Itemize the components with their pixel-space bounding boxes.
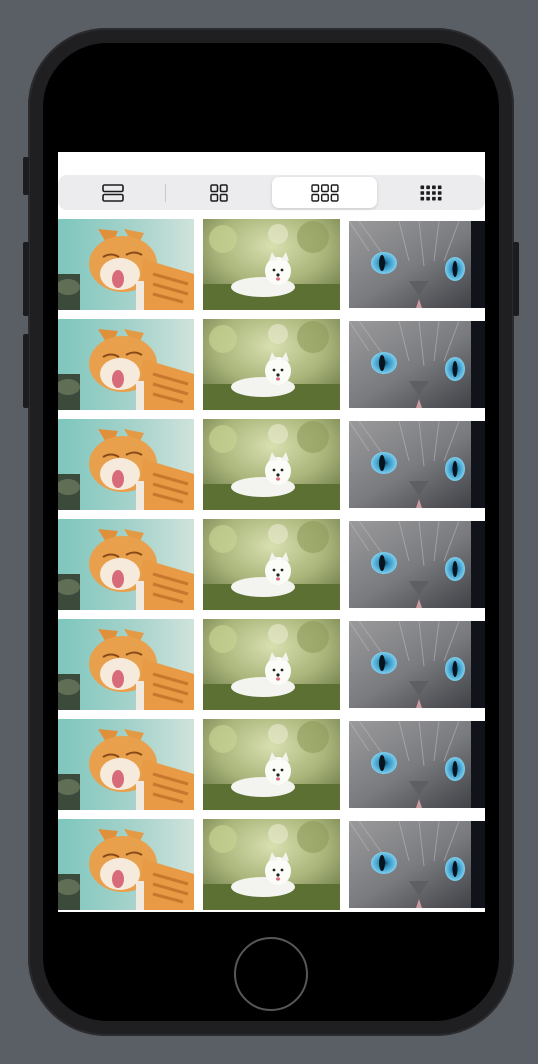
blue-eyed-cat-photo[interactable] [349, 821, 485, 908]
grid-row [58, 419, 485, 519]
grid-row [58, 619, 485, 719]
white-dog-photo[interactable] [203, 819, 340, 910]
grid-4-icon [420, 185, 441, 200]
blue-eyed-cat-photo[interactable] [349, 321, 485, 408]
volume-up-button [23, 242, 29, 316]
silent-switch [23, 157, 29, 195]
orange-cat-photo[interactable] [58, 719, 194, 810]
segment-grid-4[interactable] [378, 177, 483, 208]
blue-eyed-cat-photo[interactable] [349, 221, 485, 308]
white-dog-photo[interactable] [203, 219, 340, 310]
grid-row [58, 719, 485, 819]
white-dog-photo[interactable] [203, 419, 340, 510]
white-dog-photo[interactable] [203, 719, 340, 810]
photo-grid [58, 219, 485, 912]
power-button [513, 242, 519, 316]
orange-cat-photo[interactable] [58, 219, 194, 310]
white-dog-photo[interactable] [203, 319, 340, 410]
segment-grid-3[interactable] [272, 177, 377, 208]
grid-row [58, 519, 485, 619]
white-dog-photo[interactable] [203, 519, 340, 610]
grid-row [58, 319, 485, 419]
blue-eyed-cat-photo[interactable] [349, 521, 485, 608]
orange-cat-photo[interactable] [58, 319, 194, 410]
volume-down-button [23, 334, 29, 408]
grid-row [58, 219, 485, 319]
layout-segmented-control [58, 175, 485, 210]
white-dog-photo[interactable] [203, 619, 340, 710]
blue-eyed-cat-photo[interactable] [349, 621, 485, 708]
blue-eyed-cat-photo[interactable] [349, 721, 485, 808]
app-screen [58, 152, 485, 912]
orange-cat-photo[interactable] [58, 519, 194, 610]
grid-3-icon [310, 183, 339, 202]
grid-2-icon [209, 183, 228, 202]
orange-cat-photo[interactable] [58, 819, 194, 910]
list-rows-icon [101, 183, 124, 202]
segment-list[interactable] [60, 177, 165, 208]
home-button[interactable] [234, 937, 308, 1011]
grid-row [58, 819, 485, 912]
orange-cat-photo[interactable] [58, 419, 194, 510]
segment-grid-2[interactable] [166, 177, 271, 208]
orange-cat-photo[interactable] [58, 619, 194, 710]
blue-eyed-cat-photo[interactable] [349, 421, 485, 508]
